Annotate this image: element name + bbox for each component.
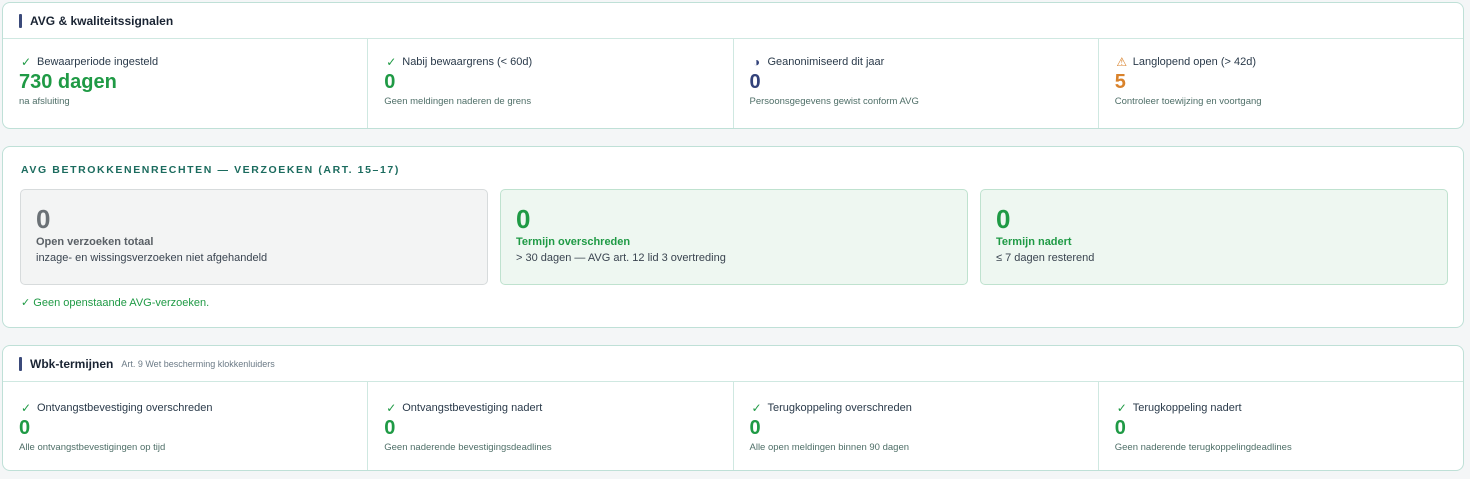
kpi-retention-period: ✓ Bewaarperiode ingesteld 730 dagen na a… <box>3 39 369 128</box>
box-label: Termijn overschreden <box>516 236 631 248</box>
kpi-value: 730 dagen <box>19 71 117 93</box>
kpi-value: 0 <box>749 71 761 93</box>
kpi-subtext: Alle ontvangstbevestigingen op tijd <box>19 442 166 453</box>
header-accent-bar <box>19 356 22 371</box>
kpi-subtext: Persoonsgegevens gewist conform AVG <box>749 96 919 107</box>
avg-quality-panel: AVG & kwaliteitssignalen ✓ Bewaarperiode… <box>2 2 1464 129</box>
box-subtext: > 30 dagen — AVG art. 12 lid 3 overtredi… <box>516 252 726 264</box>
avg-panel-title: AVG & kwaliteitssignalen <box>30 13 174 28</box>
kpi-label: Geanonimiseerd dit jaar <box>767 56 885 68</box>
kpi-value: 0 <box>749 417 761 439</box>
kpi-anonymized-this-year: ◑ Geanonimiseerd dit jaar 0 Persoonsgege… <box>734 39 1099 128</box>
rights-panel-title: AVG BETROKKENENRECHTEN — VERZOEKEN (ART.… <box>21 164 400 176</box>
kpi-receipt-approaching: ✓ Ontvangstbevestiging nadert 0 Geen nad… <box>368 382 734 470</box>
box-subtext: ≤ 7 dagen resterend <box>996 252 1095 264</box>
kpi-value: 0 <box>384 71 396 93</box>
box-subtext: inzage- en wissingsverzoeken niet afgeha… <box>36 252 268 264</box>
kpi-receipt-overdue: ✓ Ontvangstbevestiging overschreden 0 Al… <box>3 382 369 470</box>
half-circle-icon: ◑ <box>752 55 761 69</box>
kpi-subtext: na afsluiting <box>19 96 70 107</box>
box-label: Open verzoeken totaal <box>36 236 154 248</box>
kpi-feedback-approaching: ✓ Terugkoppeling nadert 0 Geen naderende… <box>1099 382 1463 470</box>
check-icon: ✓ <box>1116 401 1127 415</box>
kpi-near-retention-limit: ✓ Nabij bewaargrens (< 60d) 0 Geen meldi… <box>368 39 734 128</box>
box-value: 0 <box>996 204 1011 234</box>
check-icon: ✓ <box>386 55 397 69</box>
kpi-label: Langlopend open (> 42d) <box>1132 56 1256 68</box>
data-subject-rights-panel: AVG BETROKKENENRECHTEN — VERZOEKEN (ART.… <box>2 146 1464 328</box>
kpi-subtext: Alle open meldingen binnen 90 dagen <box>749 442 910 453</box>
kpi-label: Nabij bewaargrens (< 60d) <box>402 56 533 68</box>
kpi-subtext: Controleer toewijzing en voortgang <box>1114 96 1262 107</box>
wbk-panel-header: Wbk-termijnen Art. 9 Wet bescherming klo… <box>3 346 1463 382</box>
kpi-label: Terugkoppeling overschreden <box>767 402 912 414</box>
kpi-value: 5 <box>1114 71 1126 93</box>
kpi-subtext: Geen naderende terugkoppelingdeadlines <box>1114 442 1292 453</box>
box-label: Termijn nadert <box>996 236 1072 248</box>
deadline-approaching-box: 0 Termijn nadert ≤ 7 dagen resterend <box>980 189 1448 285</box>
kpi-value: 0 <box>384 417 396 439</box>
open-requests-box: 0 Open verzoeken totaal inzage- en wissi… <box>20 189 488 285</box>
wbk-deadlines-panel: Wbk-termijnen Art. 9 Wet bescherming klo… <box>2 345 1464 471</box>
kpi-label: Terugkoppeling nadert <box>1132 402 1242 414</box>
check-icon: ✓ <box>20 55 32 69</box>
check-icon: ✓ <box>20 401 32 415</box>
box-value: 0 <box>36 204 51 234</box>
kpi-label: Bewaarperiode ingesteld <box>37 56 159 68</box>
kpi-label: Ontvangstbevestiging overschreden <box>37 402 213 414</box>
deadline-exceeded-box: 0 Termijn overschreden > 30 dagen — AVG … <box>500 189 968 285</box>
kpi-long-running-open: ⚠ Langlopend open (> 42d) 5 Controleer t… <box>1099 39 1463 128</box>
wbk-panel-subtitle: Art. 9 Wet bescherming klokkenluiders <box>121 358 275 369</box>
avg-panel-header: AVG & kwaliteitssignalen <box>3 3 1463 39</box>
wbk-kpi-row: ✓ Ontvangstbevestiging overschreden 0 Al… <box>3 382 1463 470</box>
warning-icon: ⚠ <box>1116 55 1128 69</box>
kpi-subtext: Geen naderende bevestigingsdeadlines <box>384 442 552 453</box>
kpi-value: 0 <box>1114 417 1126 439</box>
header-accent-bar <box>19 13 22 28</box>
avg-kpi-row: ✓ Bewaarperiode ingesteld 730 dagen na a… <box>3 39 1463 128</box>
kpi-feedback-overdue: ✓ Terugkoppeling overschreden 0 Alle ope… <box>734 382 1099 470</box>
kpi-value: 0 <box>19 417 31 439</box>
box-value: 0 <box>516 204 531 234</box>
wbk-panel-title: Wbk-termijnen <box>30 356 114 371</box>
rights-status-note: ✓ Geen openstaande AVG-verzoeken. <box>21 297 210 309</box>
check-icon: ✓ <box>386 401 397 415</box>
check-icon: ✓ <box>751 401 762 415</box>
kpi-label: Ontvangstbevestiging nadert <box>402 402 543 414</box>
kpi-subtext: Geen meldingen naderen de grens <box>384 96 532 107</box>
